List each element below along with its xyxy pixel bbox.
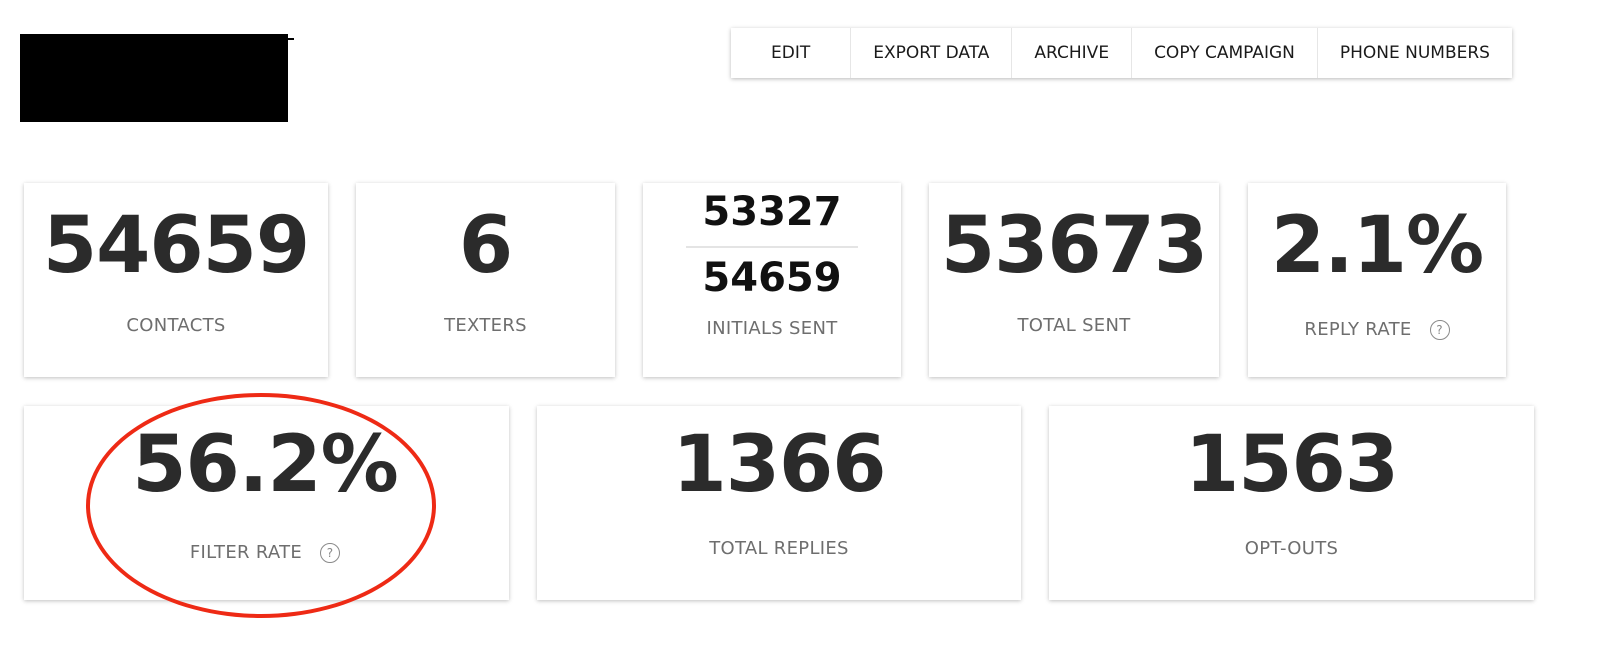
contacts-value: 54659 [42,201,310,291]
initials-sent-card: 53327 54659 INITIALS SENT [643,183,901,377]
initials-total-count: 54659 [702,255,842,301]
filter-rate-label: FILTER RATE [189,542,303,563]
total-replies-label: TOTAL REPLIES [709,538,849,559]
initials-sent-label: INITIALS SENT [706,318,838,339]
copy-campaign-button[interactable]: COPY CAMPAIGN [1132,28,1318,78]
initials-sent-count: 53327 [702,189,842,235]
opt-outs-label: OPT-OUTS [1244,538,1339,559]
export-data-button[interactable]: EXPORT DATA [851,28,1013,78]
texters-value: 6 [458,201,513,291]
edit-button[interactable]: EDIT [731,28,852,78]
campaign-toolbar: EDIT EXPORT DATA ARCHIVE COPY CAMPAIGN P… [731,28,1512,78]
reply-rate-label-row: REPLY RATE? [1248,319,1506,340]
filter-rate-card: 56.2% FILTER RATE? [24,406,509,600]
filter-rate-label-row: FILTER RATE? [0,542,530,563]
help-icon[interactable]: ? [320,543,341,563]
total-sent-value: 53673 [940,201,1208,291]
reply-rate-label: REPLY RATE [1304,319,1412,340]
redacted-campaign-title [20,34,294,122]
total-sent-label: TOTAL SENT [1017,315,1131,336]
phone-numbers-button[interactable]: PHONE NUMBERS [1317,28,1512,78]
redaction-mark [286,38,294,40]
archive-button[interactable]: ARCHIVE [1012,28,1133,78]
texters-card: 6 TEXTERS [356,183,615,377]
total-replies-value: 1366 [672,420,886,510]
help-icon[interactable]: ? [1429,320,1450,340]
contacts-card: 54659 CONTACTS [24,183,328,377]
reply-rate-value: 2.1% [1270,201,1484,291]
total-replies-card: 1366 TOTAL REPLIES [537,406,1021,600]
texters-label: TEXTERS [444,315,527,336]
filter-rate-value: 56.2% [132,420,399,510]
opt-outs-value: 1563 [1184,420,1399,510]
opt-outs-card: 1563 OPT-OUTS [1049,406,1534,600]
reply-rate-card: 2.1% REPLY RATE? [1248,183,1506,377]
total-sent-card: 53673 TOTAL SENT [929,183,1219,377]
campaign-stats-page: EDIT EXPORT DATA ARCHIVE COPY CAMPAIGN P… [0,0,1600,651]
contacts-label: CONTACTS [126,315,226,336]
fraction-divider [686,246,858,248]
